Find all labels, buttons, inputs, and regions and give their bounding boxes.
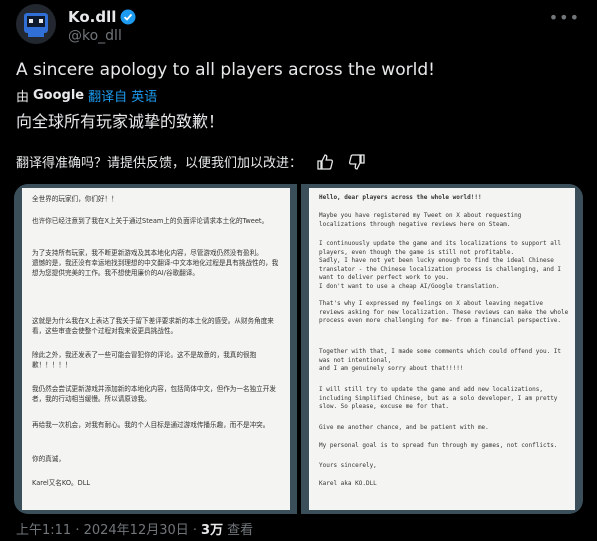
apology-image-chinese[interactable]: 全世界的玩家们，你们好！！ 也许你已经注意到了我在X上关于通过Steam上的负面… — [14, 184, 297, 514]
letter-paragraph: I will still try to update the game and … — [319, 386, 558, 410]
letter-paragraph: 全世界的玩家们，你们好！！ — [32, 195, 118, 203]
translation-attribution: 由 Google 翻译自 英语 — [16, 86, 157, 105]
more-options-icon[interactable]: ••• — [549, 8, 580, 27]
letter-paragraph: Yours sincerely, — [319, 462, 377, 469]
google-logo: Google — [33, 88, 85, 103]
feedback-prompt: 翻译得准确吗？请提供反馈，以便我们加以改进： — [16, 156, 303, 171]
letter-paragraph: 除此之外，我还发表了一些可能会冒犯你的评论。这不是故意的，我真的很抱歉！！！！！ — [32, 351, 257, 369]
letter-paragraph: Hello, dear players across the whole wor… — [319, 194, 482, 201]
tweet-text: A sincere apology to all players across … — [16, 60, 435, 80]
translation-feedback: 翻译得准确吗？请提供反馈，以便我们加以改进： — [16, 152, 366, 171]
letter-paragraph: I continuously update the game and its l… — [319, 240, 562, 290]
letter-paragraph: My personal goal is to spread fun throug… — [319, 442, 558, 449]
timestamp[interactable]: 上午1:11 · 2024年12月30日 · — [16, 519, 197, 538]
letter-paragraph: Karel aka KO.DLL — [319, 480, 377, 487]
letter-paragraph: 我仍然会尝试更新游戏并添加新的本地化内容，包括简体中文，但作为一名独立开发者，我… — [32, 385, 276, 403]
author-name[interactable]: Ko.dll — [68, 8, 116, 26]
tweet-meta: 上午1:11 · 2024年12月30日 · 3万 查看 — [16, 519, 253, 538]
letter-paragraph: Together with that, I made some comments… — [319, 348, 562, 372]
letter-paragraph: 也许你已经注意到了我在X上关于通过Steam上的负面评论请求本土化的Tweet。 — [32, 217, 269, 225]
apology-image-english[interactable]: Hello, dear players across the whole wor… — [301, 184, 583, 514]
views-label: 查看 — [227, 523, 254, 538]
letter-paragraph: Give me another chance, and be patient w… — [319, 424, 489, 431]
letter-paragraph: 你的真诚， — [32, 455, 65, 463]
views-count: 3万 — [201, 523, 224, 538]
letter-paragraph: 再给我一次机会，对我有耐心。我的个人目标是通过游戏传播乐趣，而不是冲突。 — [32, 421, 270, 429]
letter-paper: Hello, dear players across the whole wor… — [309, 188, 575, 510]
translated-by-prefix: 由 — [16, 90, 30, 105]
translated-text: 向全球所有玩家诚挚的致歉！ — [16, 112, 225, 131]
verified-badge-icon — [120, 9, 136, 25]
letter-paragraph: 这就是为什么我在X上表达了我关于留下差评要求新的本土化的感受。从财务角度来看，这… — [32, 317, 274, 335]
letter-paragraph: That's why I expressed my feelings on X … — [319, 300, 569, 324]
thumbs-down-icon[interactable] — [348, 153, 366, 171]
show-original-link[interactable]: 翻译自 英语 — [88, 86, 157, 105]
tweet-header: Ko.dll @ko_dll ••• — [16, 4, 586, 54]
letter-paper: 全世界的玩家们，你们好！！ 也许你已经注意到了我在X上关于通过Steam上的负面… — [22, 188, 290, 510]
letter-paragraph: Maybe you have registered my Tweet on X … — [319, 212, 522, 228]
letter-paragraph: 为了支持所有玩家，我不断更新游戏及其本地化内容，尽管游戏仍然没有盈利。 遗憾的是… — [32, 249, 279, 277]
author-handle[interactable]: @ko_dll — [68, 28, 122, 44]
letter-paragraph: Karel又名KO。DLL — [32, 479, 91, 487]
thumbs-up-icon[interactable] — [316, 153, 334, 171]
avatar[interactable] — [16, 4, 56, 44]
tweet-media: 全世界的玩家们，你们好！！ 也许你已经注意到了我在X上关于通过Steam上的负面… — [14, 184, 583, 514]
